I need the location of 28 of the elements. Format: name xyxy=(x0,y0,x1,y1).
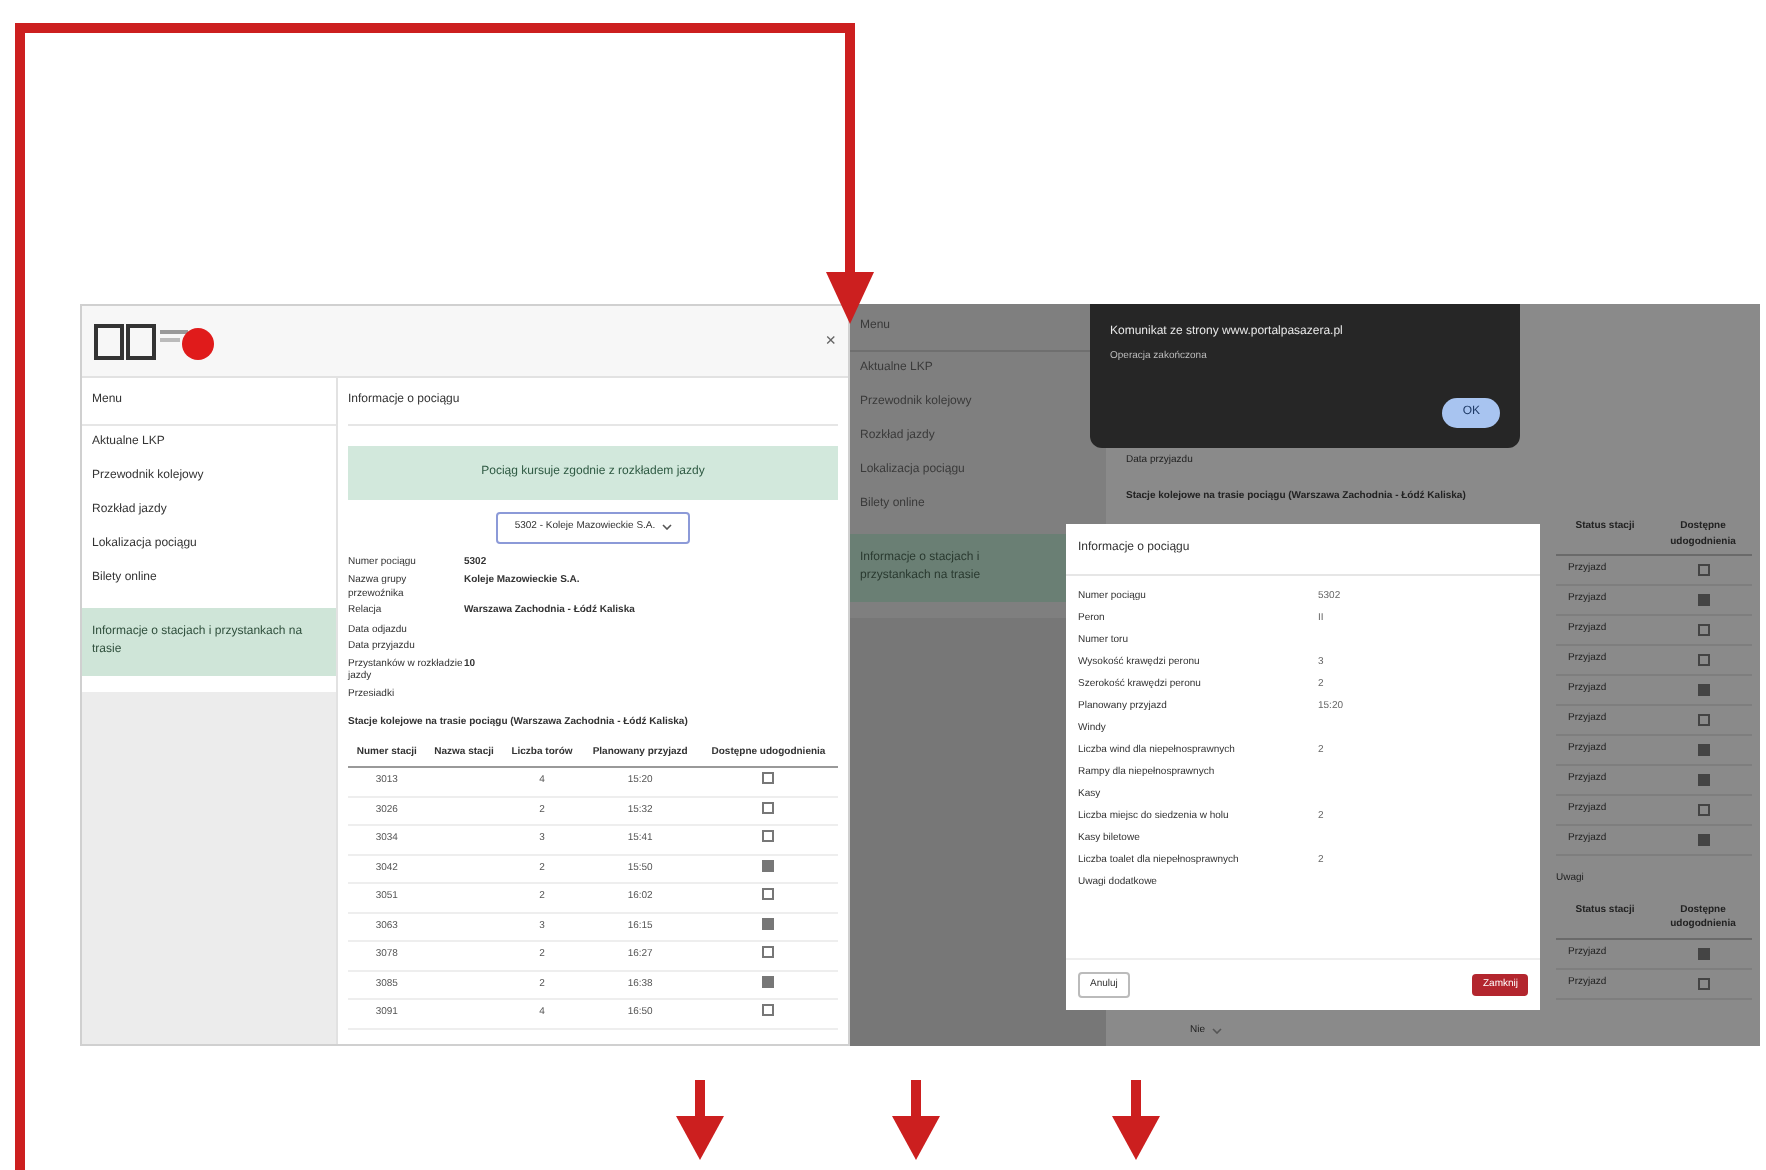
down-arrow xyxy=(1112,1080,1160,1160)
close-button[interactable]: × xyxy=(825,332,836,350)
checkbox[interactable] xyxy=(1697,714,1709,726)
caret-icon xyxy=(1211,1028,1222,1035)
checkbox[interactable] xyxy=(762,917,775,929)
checkbox[interactable] xyxy=(762,772,775,784)
checkbox[interactable] xyxy=(762,888,775,900)
checkbox[interactable] xyxy=(1697,774,1709,786)
checkbox[interactable] xyxy=(1697,594,1709,606)
checkbox[interactable] xyxy=(1697,564,1709,576)
checkbox[interactable] xyxy=(762,801,775,813)
checkbox[interactable] xyxy=(1697,654,1709,666)
logo-icon xyxy=(94,319,214,363)
checkbox[interactable] xyxy=(762,946,775,958)
down-arrow xyxy=(892,1080,940,1160)
checkbox[interactable] xyxy=(762,830,775,842)
checkbox[interactable] xyxy=(762,859,775,871)
checkbox[interactable] xyxy=(762,1004,775,1016)
checkbox[interactable] xyxy=(762,975,775,987)
checkbox[interactable] xyxy=(1697,744,1709,756)
caret-icon xyxy=(661,524,672,531)
checkbox[interactable] xyxy=(1697,977,1709,989)
checkbox[interactable] xyxy=(1697,947,1709,959)
checkbox[interactable] xyxy=(1697,624,1709,636)
checkbox[interactable] xyxy=(1697,804,1709,816)
down-arrow xyxy=(676,1080,724,1160)
checkbox[interactable] xyxy=(1697,684,1709,696)
checkbox[interactable] xyxy=(1697,834,1709,846)
